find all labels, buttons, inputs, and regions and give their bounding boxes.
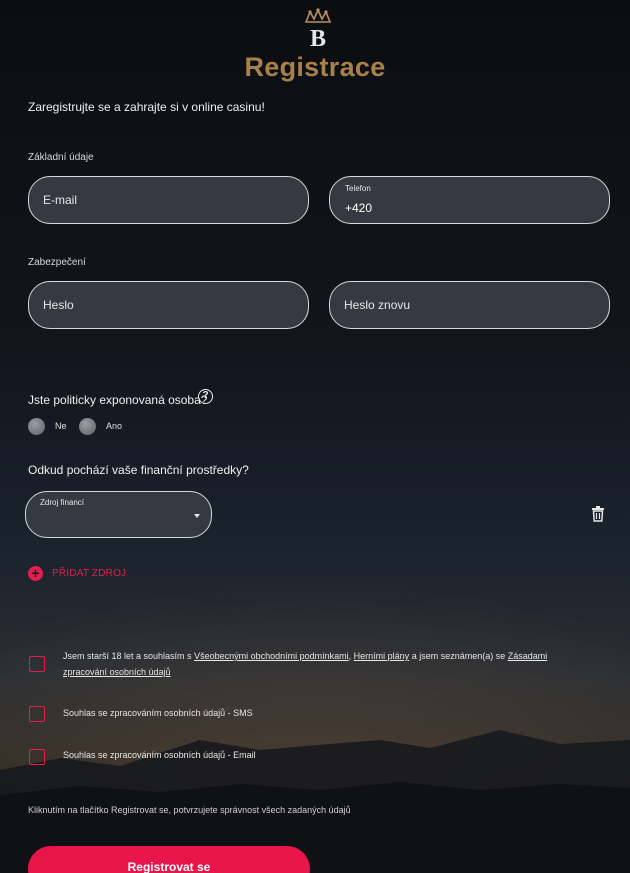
phone-value: +420 [345, 201, 373, 215]
pep-radio-no-label: Ne [55, 421, 67, 431]
funds-question: Odkud pochází vaše finanční prostředky? [28, 463, 249, 477]
funds-source-select[interactable]: Zdroj financí [25, 491, 212, 538]
privacy-link-cont[interactable]: zpracování osobních údajů [63, 667, 171, 677]
add-source-label: PŘIDAT ZDROJ [52, 567, 127, 579]
terms-text: Jsem starší 18 let a souhlasím s Všeobec… [63, 648, 583, 680]
logo-letter: B [310, 26, 326, 52]
page-title: Registrace [244, 52, 386, 82]
security-label: Zabezpečení [28, 257, 86, 268]
add-source-button[interactable]: + PŘIDAT ZDROJ [28, 565, 126, 581]
email-field[interactable]: E-mail [28, 176, 309, 224]
basic-info-label: Základní údaje [28, 152, 94, 163]
terms-checkbox[interactable] [29, 656, 45, 672]
crown-logo-icon: B [304, 8, 332, 52]
pep-radio-yes[interactable] [79, 418, 96, 435]
terms-mid: a jsem seznámen(a) se [409, 651, 508, 661]
game-plans-link[interactable]: Herními plány [354, 651, 410, 661]
funds-source-label: Zdroj financí [40, 498, 85, 507]
email-consent-checkbox[interactable] [29, 749, 45, 765]
intro-text: Zaregistrujte se a zahrajte si v online … [28, 100, 265, 114]
phone-field[interactable]: Telefon +420 [329, 176, 610, 224]
caret-down-icon [194, 514, 200, 518]
password-repeat-field[interactable]: Heslo znovu [329, 281, 610, 329]
password-placeholder: Heslo [43, 298, 74, 312]
plus-circle-icon: + [28, 565, 43, 581]
sms-consent-checkbox[interactable] [29, 706, 45, 722]
pep-radio-yes-label: Ano [106, 421, 123, 431]
help-circle-icon[interactable]: ? [198, 389, 213, 404]
confirm-text: Kliknutím na tlačítko Registrovat se, po… [28, 805, 351, 815]
pep-question: Jste politicky exponovaná osoba? [28, 393, 208, 407]
trash-icon[interactable] [591, 506, 605, 522]
register-button[interactable]: Registrovat se [28, 846, 310, 873]
privacy-link[interactable]: Zásadami [508, 651, 548, 661]
password-field[interactable]: Heslo [28, 281, 309, 329]
sms-consent-text: Souhlas se zpracováním osobních údajů - … [63, 708, 253, 718]
password-repeat-placeholder: Heslo znovu [344, 298, 411, 312]
email-consent-text: Souhlas se zpracováním osobních údajů - … [63, 750, 256, 760]
terms-prefix: Jsem starší 18 let a souhlasím s [63, 651, 195, 661]
terms-link[interactable]: Všeobecnými obchodními podmínkami [194, 651, 349, 661]
email-placeholder: E-mail [43, 193, 78, 207]
pep-radio-no[interactable] [28, 418, 45, 435]
phone-label: Telefon [345, 184, 371, 193]
